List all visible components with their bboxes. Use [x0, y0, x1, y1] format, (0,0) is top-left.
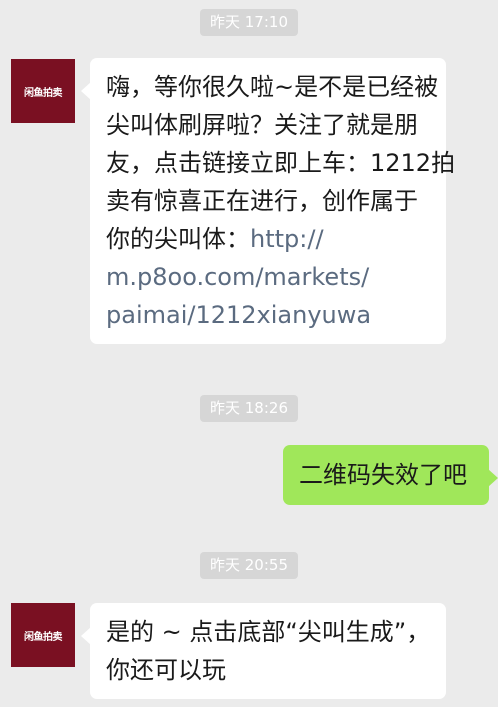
message-text: 二维码失效了吧	[299, 461, 467, 489]
avatar-label: 闲鱼拍卖	[24, 631, 63, 643]
avatar-label: 闲鱼拍卖	[24, 87, 63, 99]
avatar[interactable]: 闲鱼拍卖	[11, 603, 75, 667]
timestamp: 昨天 18:26	[200, 395, 298, 422]
message-bubble[interactable]: 是的 ~ 点击底部“尖叫生成”， 你还可以玩	[81, 603, 446, 699]
message-text: 嗨，等你很久啦~是不是已经被	[106, 73, 439, 101]
timestamp: 昨天 17:10	[200, 9, 298, 36]
message-link[interactable]: paimai/1212xianyuwa	[106, 296, 430, 334]
message-text: 是的 ~ 点击底部“尖叫生成”，	[106, 618, 431, 646]
message-bubble[interactable]: 二维码失效了吧	[283, 445, 498, 505]
message-link[interactable]: http://	[250, 225, 324, 253]
message-bubble[interactable]: 嗨，等你很久啦~是不是已经被 尖叫体刷屏啦？关注了就是朋 友，点击链接立即上车：…	[81, 58, 456, 344]
message-text: 尖叫体刷屏啦？关注了就是朋	[106, 111, 418, 139]
timestamp: 昨天 20:55	[200, 552, 298, 579]
message-text: 你还可以玩	[106, 656, 226, 684]
message-text: 你的尖叫体：	[106, 225, 250, 253]
avatar[interactable]: 闲鱼拍卖	[11, 59, 75, 123]
message-link[interactable]: m.p8oo.com/markets/	[106, 258, 430, 296]
message-text: 卖有惊喜正在进行，创作属于	[106, 187, 418, 215]
message-text: 友，点击链接立即上车：1212拍	[106, 149, 456, 177]
